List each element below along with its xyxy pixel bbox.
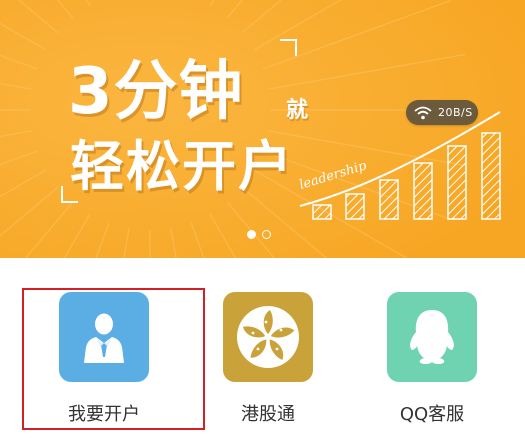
promo-banner[interactable]: 3分钟 就 轻松开户 leadership 20B/S: [0, 0, 525, 258]
bar-5: [447, 145, 467, 220]
menu-item-hk-connect[interactable]: 港股通: [186, 288, 350, 430]
bar-4: [413, 162, 433, 220]
screen: 3分钟 就 轻松开户 leadership 20B/S 我要开户 港股通 QQ客…: [0, 0, 525, 441]
wifi-speed-badge: 20B/S: [406, 100, 478, 125]
slogan-jiu: 就: [286, 98, 309, 123]
menu-label-qq-service: QQ客服: [399, 404, 465, 425]
menu-label-hk-connect: 港股通: [241, 404, 295, 425]
menu-item-qq-service[interactable]: QQ客服: [350, 288, 514, 430]
hong-kong-flower-icon: [223, 292, 313, 382]
bar-3: [379, 179, 399, 220]
bar-6: [481, 132, 501, 220]
wifi-speed-text: 20B/S: [438, 106, 473, 119]
bar-1: [312, 204, 332, 220]
menu-label-open-account: 我要开户: [68, 404, 140, 425]
bar-2: [345, 193, 365, 220]
qq-penguin-icon: [387, 292, 477, 382]
wifi-icon: [414, 106, 432, 120]
pager-dot-2[interactable]: [262, 230, 271, 239]
carousel-pager: [247, 230, 271, 239]
business-person-icon: [59, 292, 149, 382]
pager-dot-1[interactable]: [247, 230, 256, 239]
menu-item-open-account[interactable]: 我要开户: [22, 288, 186, 430]
slogan-line-1: 3分钟: [68, 55, 244, 129]
slogan-line-2: 轻松开户: [70, 135, 294, 198]
